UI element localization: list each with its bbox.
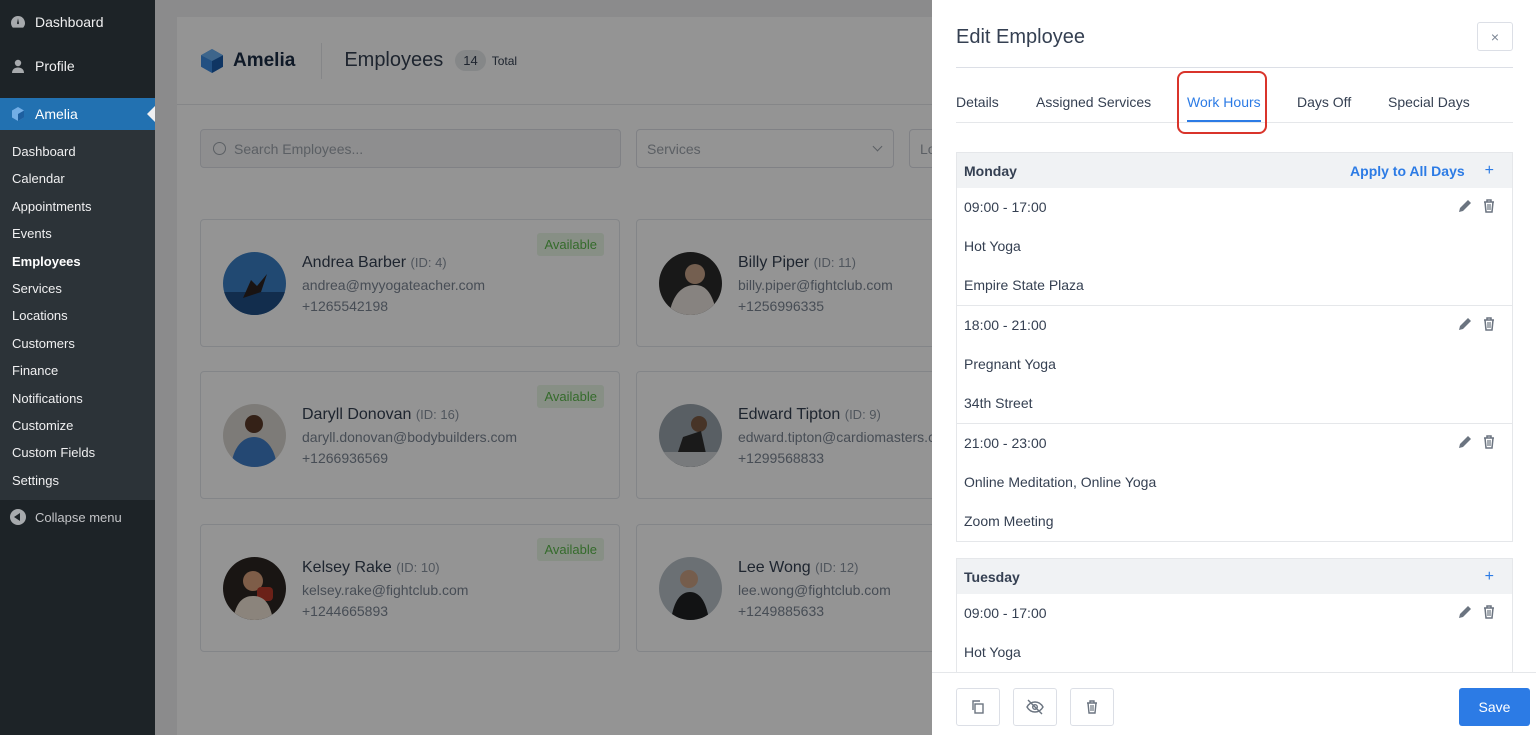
period-location: Empire State Plaza [964, 277, 1084, 293]
user-icon [10, 58, 26, 74]
delete-button[interactable] [1070, 688, 1114, 726]
wp-submenu-item[interactable]: Custom Fields [0, 439, 155, 466]
period-location: Zoom Meeting [964, 513, 1054, 529]
trash-icon[interactable] [1481, 316, 1497, 332]
wp-submenu-item[interactable]: Dashboard [0, 138, 155, 165]
collapse-arrow-icon [10, 509, 26, 526]
wp-submenu-item[interactable]: Calendar [0, 165, 155, 192]
period-location: 34th Street [964, 395, 1033, 411]
wp-menu-profile[interactable]: Profile [0, 44, 155, 88]
wp-submenu-item[interactable]: Customize [0, 412, 155, 439]
trash-icon[interactable] [1481, 604, 1497, 620]
wp-submenu-item[interactable]: Locations [0, 302, 155, 329]
hide-button[interactable] [1013, 688, 1057, 726]
edit-icon[interactable] [1457, 316, 1473, 332]
duplicate-button[interactable] [956, 688, 1000, 726]
day-header: Monday Apply to All Days + [957, 153, 1512, 188]
highlight-box [1177, 71, 1267, 134]
tab-details[interactable]: Details [956, 94, 999, 110]
eye-off-icon [1026, 699, 1044, 715]
apply-to-all-days-link[interactable]: Apply to All Days [1350, 163, 1465, 179]
wp-submenu: Dashboard Calendar Appointments Events E… [0, 130, 155, 501]
amelia-logo-icon [10, 106, 26, 122]
wp-submenu-item-active[interactable]: Employees [0, 248, 155, 275]
collapse-menu-button[interactable]: Collapse menu [0, 500, 155, 534]
wp-submenu-item[interactable]: Events [0, 220, 155, 247]
period-time: 09:00 - 17:00 [964, 199, 1047, 215]
day-header: Tuesday + [957, 559, 1512, 594]
period-time: 09:00 - 17:00 [964, 605, 1047, 621]
current-menu-arrow [147, 106, 155, 122]
period-services: Pregnant Yoga [964, 356, 1056, 372]
close-icon: × [1490, 28, 1500, 45]
edit-icon[interactable] [1457, 604, 1473, 620]
tab-special-days[interactable]: Special Days [1388, 94, 1470, 110]
add-period-icon[interactable]: + [1485, 162, 1494, 180]
trash-icon[interactable] [1481, 198, 1497, 214]
day-name: Tuesday [964, 568, 1020, 585]
work-period: 21:00 - 23:00 Online Meditation, Online … [957, 424, 1512, 541]
drawer-title: Edit Employee [956, 26, 1085, 48]
wp-submenu-item[interactable]: Notifications [0, 385, 155, 412]
period-services: Hot Yoga [964, 644, 1021, 660]
wp-menu-amelia[interactable]: Amelia [0, 98, 155, 130]
wp-admin-sidebar: Dashboard Profile Amelia Dashboard Calen… [0, 0, 155, 735]
edit-icon[interactable] [1457, 198, 1473, 214]
add-period-icon[interactable]: + [1485, 568, 1494, 586]
tab-days-off[interactable]: Days Off [1297, 94, 1351, 110]
save-button[interactable]: Save [1459, 688, 1530, 726]
work-period: 09:00 - 17:00 Hot Yoga Empire State Plaz… [957, 188, 1512, 306]
day-block-monday: Monday Apply to All Days + 09:00 - 17:00… [956, 152, 1513, 542]
wp-submenu-item[interactable]: Customers [0, 330, 155, 357]
period-services: Online Meditation, Online Yoga [964, 474, 1157, 490]
wp-submenu-item[interactable]: Settings [0, 467, 155, 494]
work-period: 18:00 - 21:00 Pregnant Yoga 34th Street [957, 306, 1512, 424]
copy-icon [972, 700, 984, 714]
title-divider [956, 67, 1513, 68]
trash-icon[interactable] [1481, 434, 1497, 450]
period-time: 21:00 - 23:00 [964, 435, 1047, 451]
work-hours-list: Monday Apply to All Days + 09:00 - 17:00… [956, 152, 1513, 672]
close-button[interactable]: × [1477, 22, 1513, 51]
wp-submenu-item[interactable]: Appointments [0, 193, 155, 220]
wp-submenu-item[interactable]: Services [0, 275, 155, 302]
day-name: Monday [964, 162, 1017, 179]
edit-employee-drawer: Edit Employee × Details Assigned Service… [932, 0, 1536, 735]
wp-submenu-item[interactable]: Finance [0, 357, 155, 384]
tab-assigned-services[interactable]: Assigned Services [1036, 94, 1151, 110]
trash-icon [1087, 700, 1097, 714]
day-block-tuesday: Tuesday + 09:00 - 17:00 Hot Yoga [956, 558, 1513, 672]
work-period: 09:00 - 17:00 Hot Yoga [957, 594, 1512, 672]
period-services: Hot Yoga [964, 238, 1021, 254]
period-time: 18:00 - 21:00 [964, 317, 1047, 333]
edit-icon[interactable] [1457, 434, 1473, 450]
modal-backdrop[interactable] [155, 0, 932, 735]
dashboard-icon [10, 14, 26, 30]
wp-menu-dashboard[interactable]: Dashboard [0, 0, 155, 44]
